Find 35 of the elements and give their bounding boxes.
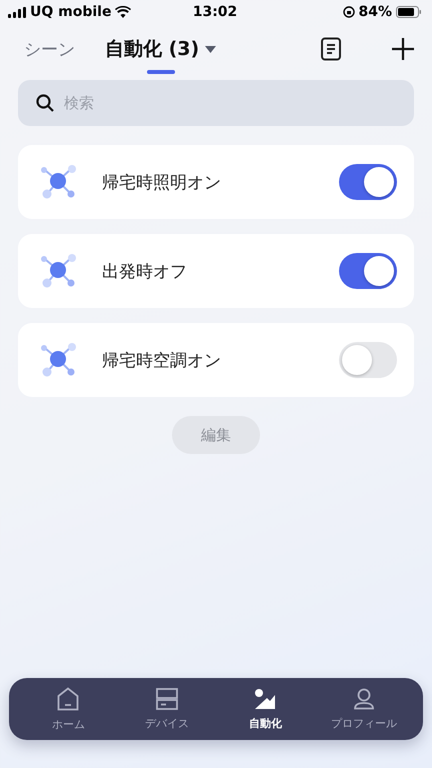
- automation-name: 出発時オフ: [102, 260, 188, 282]
- nav-tab[interactable]: デバイス: [118, 678, 216, 740]
- network-icon: [40, 254, 78, 288]
- nav-tab[interactable]: プロフィール: [314, 678, 413, 740]
- automation-name: 帰宅時照明オン: [102, 172, 222, 194]
- person-icon: [354, 688, 374, 710]
- network-icon: [40, 343, 78, 377]
- document-icon: [320, 37, 342, 61]
- dropdown-caret-icon: [205, 46, 216, 52]
- battery-icon: [396, 6, 422, 18]
- device-icon: [156, 688, 178, 710]
- automation-card[interactable]: 帰宅時照明オン: [18, 145, 414, 219]
- toggle-switch[interactable]: [339, 253, 397, 289]
- add-button[interactable]: [392, 38, 414, 60]
- carrier-name: UQ mobile: [30, 4, 112, 20]
- network-icon: [40, 165, 78, 199]
- toggle-switch[interactable]: [339, 342, 397, 378]
- wifi-icon: [115, 6, 132, 18]
- house-icon: [57, 686, 80, 710]
- battery-percent: 84%: [358, 4, 392, 20]
- toggle-switch[interactable]: [339, 164, 397, 200]
- nav-tab[interactable]: ホーム: [19, 678, 118, 740]
- plus-icon: [392, 38, 414, 60]
- rotation-lock-icon: [342, 6, 354, 18]
- signal-icon: [8, 6, 26, 18]
- image-icon: [254, 688, 276, 710]
- nav-tab[interactable]: 自動化: [216, 678, 314, 740]
- automation-name: 帰宅時空調オン: [102, 350, 222, 372]
- clock-time: 13:02: [192, 4, 238, 20]
- list-button[interactable]: [320, 37, 342, 61]
- header-tab[interactable]: シーン: [24, 32, 75, 66]
- automation-card[interactable]: 出発時オフ: [18, 234, 414, 308]
- search-icon: [36, 94, 54, 112]
- search-field[interactable]: 検索: [18, 80, 414, 126]
- automation-card[interactable]: 帰宅時空調オン: [18, 323, 414, 397]
